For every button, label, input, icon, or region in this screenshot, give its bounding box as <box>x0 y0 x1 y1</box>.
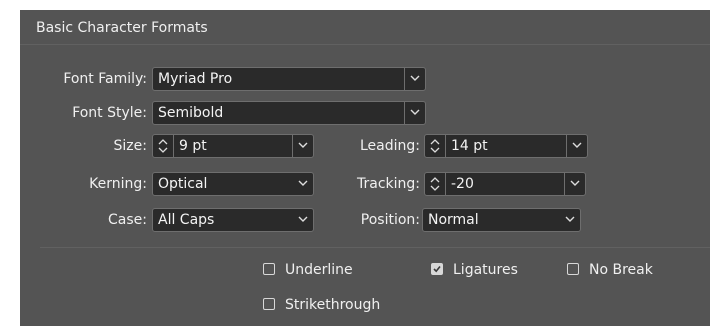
position-label: Position: <box>360 212 420 228</box>
font-family-dropdown[interactable]: Myriad Pro <box>152 67 426 91</box>
panel-title: Basic Character Formats <box>36 20 208 36</box>
underline-label: Underline <box>285 262 353 278</box>
position-value: Normal <box>428 212 479 228</box>
chevron-down-icon[interactable] <box>292 135 313 157</box>
ligatures-label: Ligatures <box>453 262 518 278</box>
checkmark-icon[interactable] <box>431 263 443 275</box>
size-value: 9 pt <box>179 138 207 154</box>
chevron-down-icon <box>293 209 313 231</box>
basic-character-formats-panel: Basic Character Formats Font Family: Myr… <box>20 10 710 326</box>
tracking-value: -20 <box>451 176 474 192</box>
strikethrough-label: Strikethrough <box>285 297 381 313</box>
chevron-down-icon <box>404 68 425 90</box>
case-dropdown[interactable]: All Caps <box>152 208 314 232</box>
stepper-arrows-icon[interactable] <box>425 173 446 195</box>
no-break-label: No Break <box>589 262 653 278</box>
checkbox-icon[interactable] <box>567 263 579 275</box>
case-value: All Caps <box>158 212 215 228</box>
leading-field[interactable]: 14 pt <box>424 134 588 158</box>
chevron-down-icon <box>293 173 313 195</box>
kerning-value: Optical <box>158 176 208 192</box>
kerning-dropdown[interactable]: Optical <box>152 172 314 196</box>
chevron-down-icon <box>560 209 580 231</box>
title-divider <box>20 44 710 45</box>
size-field[interactable]: 9 pt <box>152 134 314 158</box>
font-style-label: Font Style: <box>72 105 147 121</box>
chevron-down-icon[interactable] <box>564 173 585 195</box>
size-label: Size: <box>113 138 147 154</box>
checkbox-icon[interactable] <box>263 263 275 275</box>
stepper-arrows-icon[interactable] <box>425 135 446 157</box>
leading-value: 14 pt <box>451 138 488 154</box>
tracking-label: Tracking: <box>357 176 420 192</box>
font-style-value: Semibold <box>158 105 224 121</box>
chevron-down-icon <box>404 102 425 124</box>
position-dropdown[interactable]: Normal <box>422 208 581 232</box>
stepper-arrows-icon[interactable] <box>153 135 174 157</box>
tracking-field[interactable]: -20 <box>424 172 586 196</box>
font-style-dropdown[interactable]: Semibold <box>152 101 426 125</box>
options-divider <box>40 247 710 248</box>
kerning-label: Kerning: <box>89 176 147 192</box>
font-family-value: Myriad Pro <box>158 71 233 87</box>
font-family-label: Font Family: <box>63 71 147 87</box>
case-label: Case: <box>108 212 147 228</box>
chevron-down-icon[interactable] <box>566 135 587 157</box>
leading-label: Leading: <box>360 138 420 154</box>
checkbox-icon[interactable] <box>263 298 275 310</box>
